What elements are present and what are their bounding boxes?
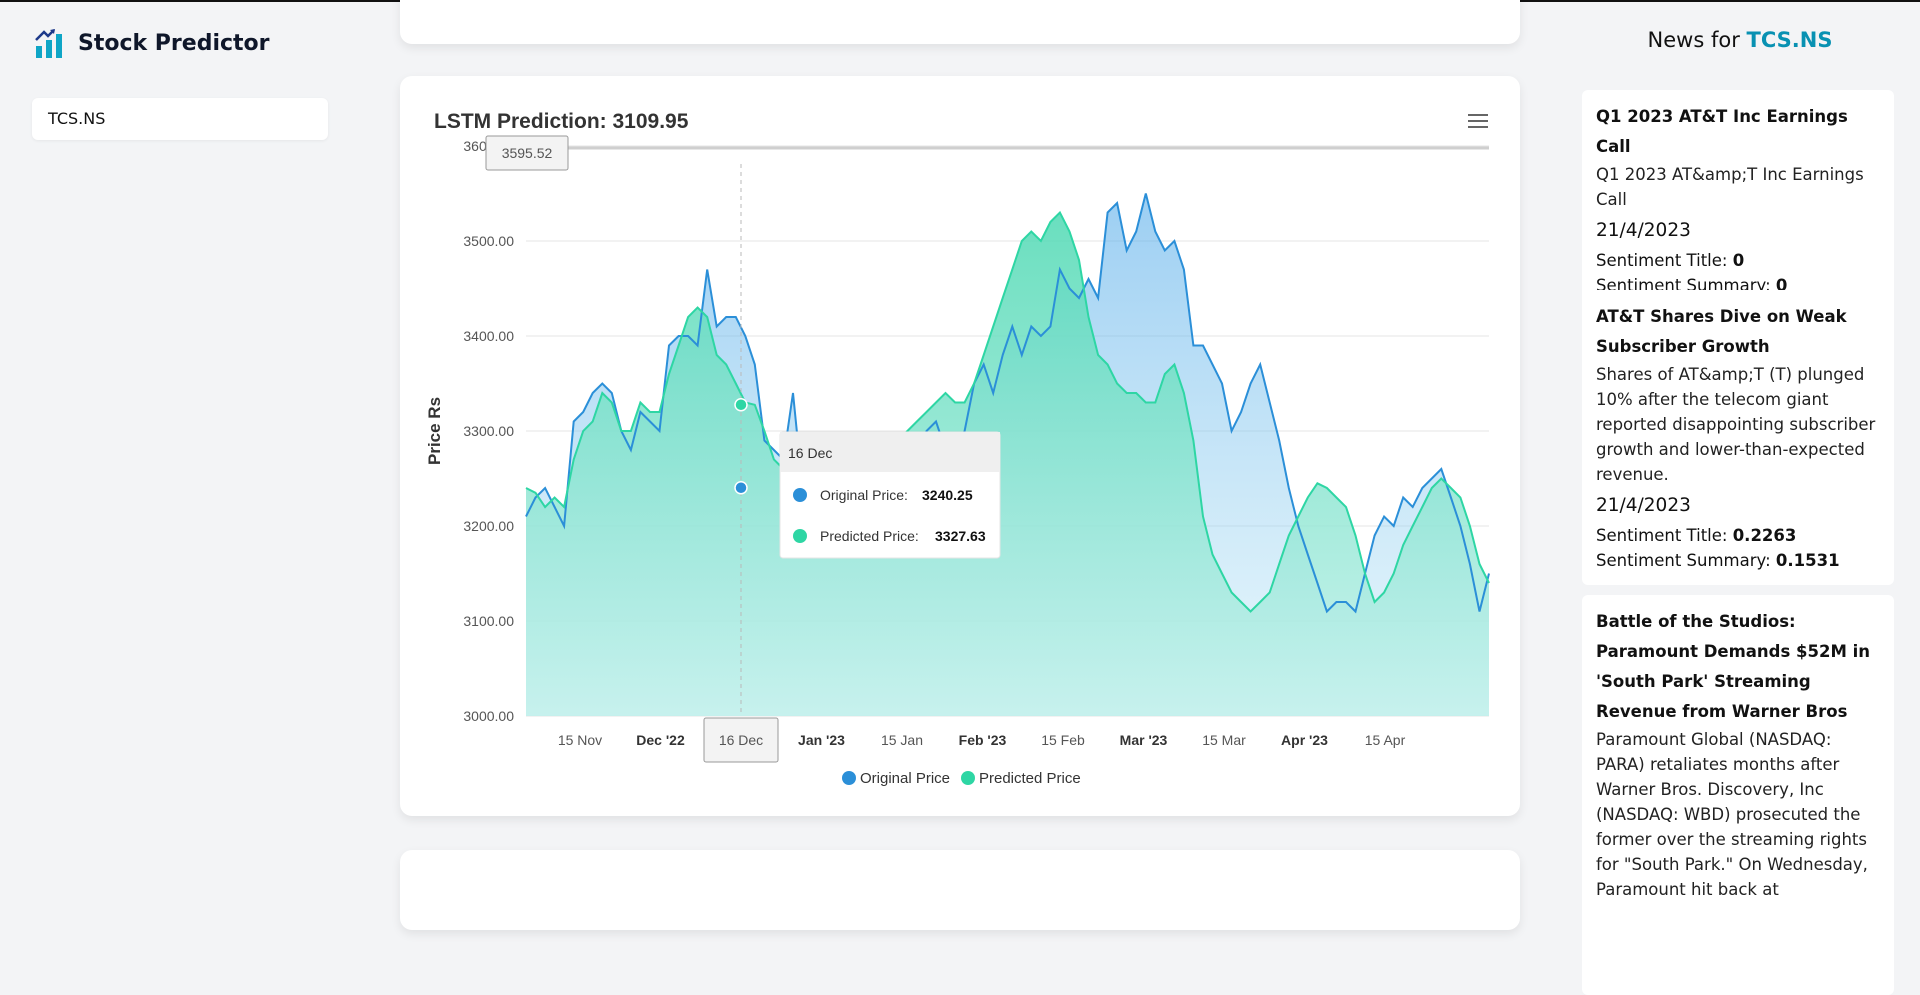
original-marker (734, 481, 748, 495)
legend-original-dot[interactable] (842, 771, 856, 785)
news-card[interactable]: Battle of the Studios: Paramount Demands… (1582, 595, 1894, 995)
x-tick-label: 15 Jan (881, 732, 923, 748)
x-tick-label: 15 Nov (558, 732, 602, 748)
x-tick-label: 16 Dec (719, 732, 763, 748)
predicted-marker (734, 398, 748, 412)
news-card[interactable]: Q1 2023 AT&T Inc Earnings Call Q1 2023 A… (1582, 90, 1894, 310)
sentiment-summary-value: 0.1531 (1775, 551, 1840, 570)
y-tick-label: 3200.00 (463, 518, 514, 534)
series-area-1 (526, 212, 1489, 716)
bottom-card (400, 850, 1520, 930)
tooltip-original-dot (793, 488, 807, 502)
x-tick-label: Mar '23 (1120, 732, 1168, 748)
sentiment-title-value: 0.2263 (1732, 526, 1797, 545)
tooltip-predicted-label: Predicted Price: (820, 528, 919, 544)
sentiment-title-value: 0 (1732, 251, 1745, 270)
x-tick-label: Feb '23 (959, 732, 1007, 748)
sentiment-title-label: Sentiment Title: (1596, 526, 1733, 545)
news-summary: Paramount Global (NASDAQ: PARA) retaliat… (1596, 730, 1868, 899)
y-tick-label: 3400.00 (463, 328, 514, 344)
sentiment-summary: Sentiment Summary: 0.1531 (1596, 548, 1880, 573)
prediction-chart-card: LSTM Prediction: 3109.95 3000.00 3100.00 3… (400, 76, 1520, 816)
tooltip-original-value: 3240.25 (922, 487, 973, 503)
legend-original-label[interactable]: Original Price (860, 770, 950, 787)
y-tick-label: 3500.00 (463, 233, 514, 249)
x-tick-label: 15 Mar (1202, 732, 1246, 748)
y-tick-label: 3300.00 (463, 423, 514, 439)
chart-logo-icon (35, 29, 62, 58)
prediction-chart[interactable]: 3000.00 3100.00 3200.00 3300.00 3400.00 3500.… (400, 76, 1520, 816)
sidebar: Stock Predictor TCS.NS (0, 2, 360, 877)
legend-predicted-label[interactable]: Predicted Price (979, 770, 1081, 787)
news-summary: Q1 2023 AT&amp;T Inc Earnings Call (1596, 165, 1864, 209)
news-date: 21/4/2023 (1596, 220, 1691, 241)
sentiment-summary-label: Sentiment Summary: (1596, 551, 1776, 570)
tooltip-date: 16 Dec (788, 445, 832, 461)
news-date: 21/4/2023 (1596, 495, 1691, 516)
sidebar-item-tcs[interactable]: TCS.NS (32, 98, 328, 140)
news-header: News for TCS.NS (1540, 28, 1920, 52)
y-tick-label: 3000.00 (463, 708, 514, 724)
x-tick-label: Jan '23 (798, 732, 845, 748)
news-title[interactable]: Q1 2023 AT&T Inc Earnings Call (1596, 102, 1880, 162)
legend-predicted-dot[interactable] (961, 771, 975, 785)
tooltip-original-label: Original Price: (820, 487, 908, 503)
news-header-prefix: News for (1647, 28, 1747, 52)
top-card (400, 0, 1520, 44)
y-axis-label: Price Rs (425, 397, 444, 465)
y-tick-label: 3100.00 (463, 613, 514, 629)
x-tick-label: Dec '22 (636, 732, 685, 748)
news-summary: Shares of AT&amp;T (T) plunged 10% after… (1596, 365, 1876, 484)
news-header-ticker: TCS.NS (1746, 28, 1833, 52)
app-title: Stock Predictor (78, 30, 270, 56)
tooltip-predicted-value: 3327.63 (935, 528, 986, 544)
brand[interactable]: Stock Predictor (34, 28, 270, 58)
tooltip-predicted-dot (793, 529, 807, 543)
sentiment-title-label: Sentiment Title: (1596, 251, 1733, 270)
news-card[interactable]: AT&T Shares Dive on Weak Subscriber Grow… (1582, 290, 1894, 585)
news-title[interactable]: Battle of the Studios: Paramount Demands… (1596, 607, 1880, 727)
x-tick-label: 15 Feb (1041, 732, 1085, 748)
crosshair-label: 3595.52 (502, 145, 553, 161)
sentiment-title: Sentiment Title: 0 (1596, 248, 1880, 273)
sentiment-title: Sentiment Title: 0.2263 (1596, 523, 1880, 548)
news-title[interactable]: AT&T Shares Dive on Weak Subscriber Grow… (1596, 302, 1880, 362)
x-tick-label: Apr '23 (1281, 732, 1328, 748)
x-tick-label: 15 Apr (1365, 732, 1406, 748)
